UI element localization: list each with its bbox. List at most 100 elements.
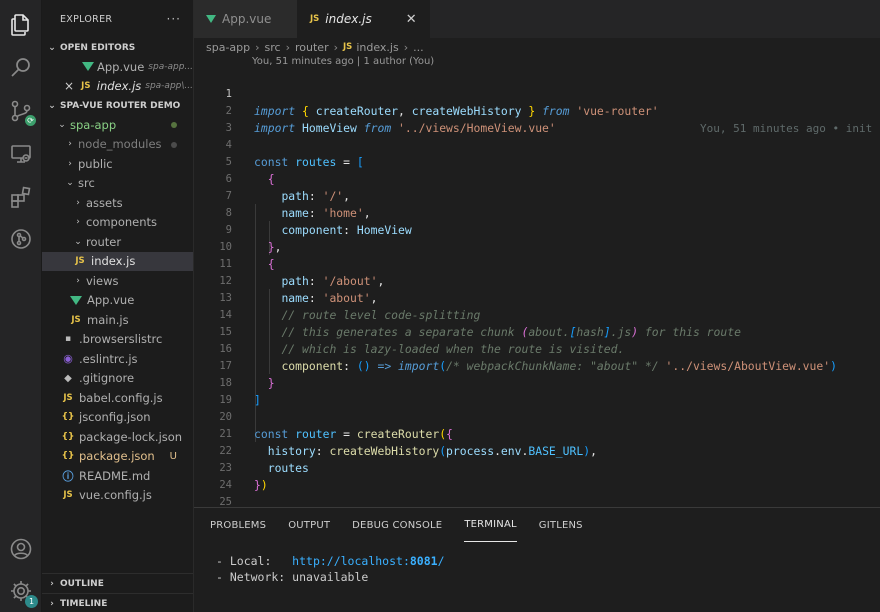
tab-app-vue[interactable]: App.vue: [194, 0, 298, 38]
open-editor-item[interactable]: × JS index.js spa-app\...: [42, 77, 193, 97]
tab-index-js[interactable]: JS index.js ✕: [298, 0, 430, 38]
json-file-icon: {}: [61, 431, 75, 442]
tab-debug-console[interactable]: DEBUG CONSOLE: [352, 508, 442, 542]
open-editor-name: App.vue: [97, 59, 145, 74]
timeline-section[interactable]: › TIMELINE: [42, 593, 193, 612]
breadcrumb-item[interactable]: src: [265, 41, 281, 54]
tab-problems[interactable]: PROBLEMS: [210, 508, 266, 542]
breadcrumb-item[interactable]: spa-app: [206, 41, 250, 54]
code-line: 8 component: HomeView: [194, 188, 880, 237]
code-line: 6 path: '/',: [194, 154, 880, 203]
gitlens-icon[interactable]: [8, 226, 34, 252]
accounts-icon[interactable]: [8, 536, 34, 562]
chevron-right-icon: ›: [285, 40, 291, 54]
tree-item-label: components: [86, 215, 158, 230]
tree-file[interactable]: JS main.js: [42, 310, 193, 330]
code-line: 11 path: '/about',: [194, 239, 880, 288]
code-line: 25 export default router: [194, 477, 880, 507]
vue-file-icon: [82, 62, 94, 72]
tree-file[interactable]: App.vue: [42, 291, 193, 311]
tab-label: index.js: [325, 12, 372, 26]
code-editor[interactable]: You, 51 minutes ago | 1 author (You) 1 i…: [194, 56, 880, 507]
breadcrumb-item[interactable]: ...: [413, 41, 424, 54]
tab-label: App.vue: [222, 12, 272, 26]
more-actions-icon[interactable]: ···: [167, 12, 181, 26]
js-file-icon: JS: [75, 256, 85, 267]
code-line: 15 // which is lazy-loaded when the rout…: [194, 307, 880, 356]
js-file-icon: JS: [81, 81, 91, 92]
chevron-right-icon: ›: [68, 139, 72, 150]
open-editor-item[interactable]: App.vue spa-app...: [42, 57, 193, 77]
chevron-down-icon: ⌄: [48, 42, 56, 53]
tree-folder[interactable]: › assets: [42, 193, 193, 213]
tree-item-label: src: [78, 176, 95, 191]
explorer-title: EXPLORER: [60, 13, 113, 25]
breadcrumb-item[interactable]: router: [295, 41, 329, 54]
tree-file[interactable]: ⓘ README.md: [42, 466, 193, 486]
code-line: 2 import HomeView from '../views/HomeVie…: [194, 86, 880, 135]
tree-file[interactable]: ◆ .gitignore: [42, 369, 193, 389]
code-line: 5 {: [194, 137, 880, 186]
open-editors-section[interactable]: ⌄ OPEN EDITORS: [42, 38, 193, 57]
tab-output[interactable]: OUTPUT: [288, 508, 330, 542]
tree-file[interactable]: {} jsconfig.json: [42, 408, 193, 428]
tree-folder[interactable]: › public: [42, 154, 193, 174]
tree-item-label: views: [86, 273, 119, 288]
tree-folder[interactable]: › node_modules: [42, 135, 193, 155]
tree-file-selected[interactable]: JS index.js: [42, 251, 193, 271]
tree-folder[interactable]: ⌄ spa-app: [42, 115, 193, 135]
code-line: 10 {: [194, 222, 880, 271]
local-url-link[interactable]: http://localhost:8081/: [292, 554, 444, 568]
search-icon[interactable]: [8, 55, 34, 81]
breadcrumb: spa-app › src › router › JS index.js › .…: [194, 38, 880, 56]
remote-explorer-icon[interactable]: [8, 141, 34, 167]
tree-item-label: .eslintrc.js: [79, 351, 138, 366]
tree-file[interactable]: JS babel.config.js: [42, 388, 193, 408]
tab-terminal[interactable]: TERMINAL: [464, 508, 517, 542]
code-line: 24: [194, 460, 880, 491]
terminal-network-line[interactable]: - Network: unavailable: [216, 570, 368, 584]
open-editor-path: spa-app\...: [145, 81, 193, 92]
source-control-icon[interactable]: ⟳: [8, 98, 36, 126]
extensions-icon[interactable]: [8, 184, 34, 210]
open-editor-path: spa-app...: [148, 61, 193, 72]
code-line: 23 }): [194, 443, 880, 492]
chevron-right-icon: ›: [76, 275, 80, 286]
tree-file[interactable]: {} package.json U: [42, 447, 193, 467]
breadcrumb-item[interactable]: index.js: [356, 41, 398, 54]
js-file-icon: JS: [63, 490, 73, 501]
tree-file[interactable]: JS vue.config.js: [42, 486, 193, 506]
project-section[interactable]: ⌄ SPA-VUE ROUTER DEMO: [42, 96, 193, 115]
tab-gitlens[interactable]: GITLENS: [539, 508, 583, 542]
outline-section[interactable]: › OUTLINE: [42, 573, 193, 593]
close-editor-icon[interactable]: ×: [64, 79, 78, 93]
tree-folder[interactable]: ⌄ src: [42, 174, 193, 194]
tree-folder[interactable]: › views: [42, 271, 193, 291]
tree-file[interactable]: ▪ .browserslistrc: [42, 330, 193, 350]
tree-item-label: App.vue: [87, 293, 135, 308]
terminal-local-line[interactable]: - Local: http://localhost:8081/: [216, 554, 445, 568]
code-line: 21 history: createWebHistory(process.env…: [194, 409, 880, 458]
close-tab-icon[interactable]: ✕: [406, 12, 417, 27]
codelens-authors[interactable]: You, 51 minutes ago | 1 author (You): [252, 56, 434, 67]
code-line: 4 const routes = [: [194, 120, 880, 169]
code-line: 12 name: 'about',: [194, 256, 880, 305]
tree-file[interactable]: {} package-lock.json: [42, 427, 193, 447]
chevron-right-icon: ›: [50, 598, 54, 609]
files-icon[interactable]: [8, 12, 34, 38]
settings-gear-icon[interactable]: 1: [8, 578, 38, 608]
git-file-icon: ◆: [64, 372, 72, 384]
panel-tabs: PROBLEMS OUTPUT DEBUG CONSOLE TERMINAL G…: [194, 508, 880, 542]
js-file-icon: JS: [310, 14, 320, 24]
editor-tabs: App.vue JS index.js ✕: [194, 0, 880, 38]
code-line: 3: [194, 103, 880, 134]
code-line: 1 import { createRouter, createWebHistor…: [194, 69, 880, 135]
tree-folder[interactable]: › components: [42, 213, 193, 233]
tree-item-label: package.json: [79, 449, 155, 464]
tree-item-label: assets: [86, 195, 123, 210]
eslint-file-icon: ◉: [63, 352, 73, 366]
tree-file[interactable]: ◉ .eslintrc.js: [42, 349, 193, 369]
tree-folder[interactable]: ⌄ router: [42, 232, 193, 252]
chevron-right-icon: ›: [255, 40, 260, 54]
tree-item-label: babel.config.js: [79, 390, 163, 405]
